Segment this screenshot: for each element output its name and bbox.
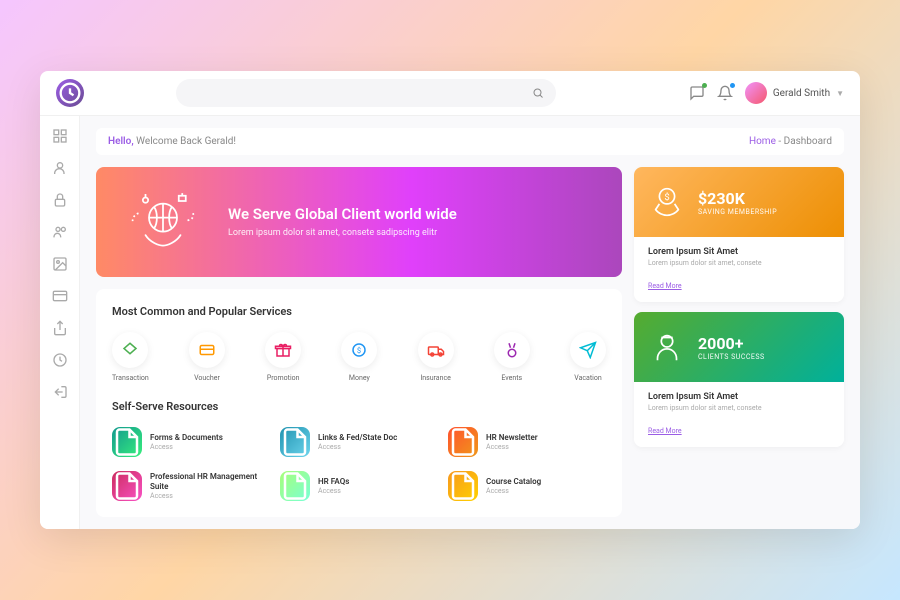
grid-icon[interactable] (52, 128, 68, 144)
services-panel: Most Common and Popular Services Transac… (96, 289, 622, 517)
resource-item[interactable]: Course CatalogAccess (448, 471, 606, 501)
greeting-bar: Hello, Welcome Back Gerald! Home - Dashb… (96, 128, 844, 155)
main: Hello, Welcome Back Gerald! Home - Dashb… (80, 116, 860, 529)
document-icon (448, 471, 478, 501)
stat-value: $230K (698, 189, 777, 208)
stat-body: Lorem Ipsum Sit Amet Lorem ipsum dolor s… (634, 382, 844, 447)
user-name: Gerald Smith (773, 88, 830, 99)
chat-icon[interactable] (689, 85, 705, 101)
resource-item[interactable]: Forms & DocumentsAccess (112, 427, 270, 457)
resource-item[interactable]: HR FAQsAccess (280, 471, 438, 501)
avatar (745, 82, 767, 104)
document-icon (280, 427, 310, 457)
resource-item[interactable]: Links & Fed/State DocAccess (280, 427, 438, 457)
service-icon (494, 332, 530, 368)
service-icon: $ (341, 332, 377, 368)
stat-value: 2000+ (698, 334, 765, 353)
search-icon (532, 84, 544, 103)
service-icon (570, 332, 606, 368)
content-grid: We Serve Global Client world wide Lorem … (96, 167, 844, 517)
user-icon[interactable] (52, 160, 68, 176)
service-voucher[interactable]: Voucher (189, 332, 225, 382)
sidebar (40, 116, 80, 529)
svg-text:$: $ (664, 192, 669, 203)
hero-text: We Serve Global Client world wide Lorem … (228, 205, 457, 240)
person-icon (648, 328, 686, 366)
service-icon (112, 332, 148, 368)
right-column: $ $230K SAVING MEMBERSHIP Lorem Ipsum Si… (634, 167, 844, 517)
clock-icon[interactable] (52, 352, 68, 368)
lock-icon[interactable] (52, 192, 68, 208)
card-icon[interactable] (52, 288, 68, 304)
service-vacation[interactable]: Vacation (570, 332, 606, 382)
stat-top: $ $230K SAVING MEMBERSHIP (634, 167, 844, 237)
app-logo[interactable] (56, 79, 84, 107)
topbar-actions: Gerald Smith ▼ (689, 82, 844, 104)
hero-banner: We Serve Global Client world wide Lorem … (96, 167, 622, 277)
stat-card-clients: 2000+ CLIENTS SUCCESS Lorem Ipsum Sit Am… (634, 312, 844, 447)
users-icon[interactable] (52, 224, 68, 240)
user-menu[interactable]: Gerald Smith ▼ (745, 82, 844, 104)
read-more-link[interactable]: Read More (648, 282, 682, 290)
topbar: Gerald Smith ▼ (40, 71, 860, 116)
globe-hand-icon (118, 187, 208, 257)
image-icon[interactable] (52, 256, 68, 272)
resources-grid: Forms & DocumentsAccess Links & Fed/State… (112, 427, 606, 501)
hero-title: We Serve Global Client world wide (228, 205, 457, 223)
document-icon (112, 471, 142, 501)
service-transaction[interactable]: Transaction (112, 332, 149, 382)
logout-icon[interactable] (52, 384, 68, 400)
stat-top: 2000+ CLIENTS SUCCESS (634, 312, 844, 382)
service-events[interactable]: Events (494, 332, 530, 382)
body: Hello, Welcome Back Gerald! Home - Dashb… (40, 116, 860, 529)
resource-item[interactable]: Professional HR Management SuiteAccess (112, 471, 270, 501)
services-row: Transaction Voucher Promotion $Money Insuran… (112, 332, 606, 382)
service-promotion[interactable]: Promotion (265, 332, 301, 382)
hero-subtitle: Lorem ipsum dolor sit amet, consete sadi… (228, 227, 457, 240)
greeting: Hello, Welcome Back Gerald! (108, 136, 236, 147)
document-icon (448, 427, 478, 457)
chevron-down-icon: ▼ (836, 89, 844, 98)
stat-label: CLIENTS SUCCESS (698, 353, 765, 361)
search-input[interactable] (176, 79, 556, 107)
document-icon (280, 471, 310, 501)
service-money[interactable]: $Money (341, 332, 377, 382)
service-icon (265, 332, 301, 368)
stat-card-savings: $ $230K SAVING MEMBERSHIP Lorem Ipsum Si… (634, 167, 844, 302)
breadcrumb: Home - Dashboard (749, 136, 832, 147)
bell-icon[interactable] (717, 85, 733, 101)
app-window: Gerald Smith ▼ Hello, Welcome Back Geral… (40, 71, 860, 529)
share-icon[interactable] (52, 320, 68, 336)
dollar-hand-icon: $ (648, 183, 686, 221)
stat-label: SAVING MEMBERSHIP (698, 208, 777, 216)
document-icon (112, 427, 142, 457)
services-title: Most Common and Popular Services (112, 305, 606, 318)
left-column: We Serve Global Client world wide Lorem … (96, 167, 622, 517)
svg-text:$: $ (357, 346, 361, 355)
service-insurance[interactable]: Insurance (418, 332, 454, 382)
service-icon (418, 332, 454, 368)
resource-item[interactable]: HR NewsletterAccess (448, 427, 606, 457)
read-more-link[interactable]: Read More (648, 427, 682, 435)
service-icon (189, 332, 225, 368)
stat-body: Lorem Ipsum Sit Amet Lorem ipsum dolor s… (634, 237, 844, 302)
resources-title: Self-Serve Resources (112, 400, 606, 413)
breadcrumb-home[interactable]: Home (749, 136, 776, 147)
